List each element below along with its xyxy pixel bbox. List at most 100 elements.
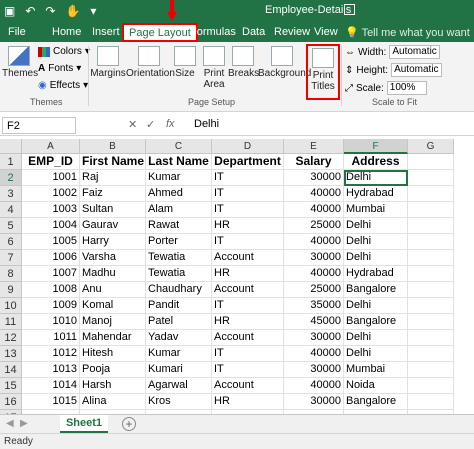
table-cell[interactable]: 45000 [284,314,344,330]
name-box[interactable]: F2 [2,117,76,134]
sheet-tab-sheet1[interactable]: Sheet1 [60,415,108,433]
row-header[interactable]: 9 [0,282,22,298]
table-cell[interactable]: Bangalore [344,394,408,410]
table-cell[interactable]: 40000 [284,266,344,282]
empty-cell[interactable] [408,282,454,298]
select-all-corner[interactable] [0,139,22,154]
tab-formulas[interactable]: Formulas [190,26,236,38]
table-cell[interactable]: 25000 [284,282,344,298]
table-cell[interactable]: Manoj [80,314,146,330]
table-cell[interactable]: Noida [344,378,408,394]
header-cell[interactable]: First Name [80,154,146,170]
tab-home[interactable]: Home [52,26,81,38]
redo-icon[interactable]: ↷ [45,3,55,19]
table-cell[interactable]: 40000 [284,378,344,394]
table-cell[interactable]: Harry [80,234,146,250]
table-cell[interactable]: Harsh [80,378,146,394]
table-cell[interactable]: 25000 [284,218,344,234]
empty-cell[interactable] [408,362,454,378]
table-cell[interactable]: Delhi [344,298,408,314]
empty-cell[interactable] [408,170,454,186]
column-header-g[interactable]: G [408,139,454,154]
table-cell[interactable]: Hitesh [80,346,146,362]
table-cell[interactable]: Kumar [146,170,212,186]
breaks-button[interactable]: Breaks [228,46,259,79]
table-cell[interactable]: 1003 [22,202,80,218]
tab-review[interactable]: Review [274,26,310,38]
table-cell[interactable]: 1012 [22,346,80,362]
table-cell[interactable]: Chaudhary [146,282,212,298]
height-dropdown[interactable]: Automatic [391,63,442,77]
table-cell[interactable]: Account [212,282,284,298]
header-cell[interactable]: EMP_ID [22,154,80,170]
print-area-button[interactable]: Print Area [200,46,228,90]
table-cell[interactable]: Sultan [80,202,146,218]
table-cell[interactable]: Raj [80,170,146,186]
table-cell[interactable]: 30000 [284,330,344,346]
table-cell[interactable]: Faiz [80,186,146,202]
colors-button[interactable]: Colors▾ [38,46,90,57]
table-cell[interactable]: 1011 [22,330,80,346]
table-cell[interactable]: Account [212,330,284,346]
tab-view[interactable]: View [314,26,338,38]
formula-input[interactable]: Delhi [194,118,219,130]
cancel-icon[interactable]: ✕ [128,118,137,131]
empty-cell[interactable] [408,266,454,282]
table-cell[interactable]: Delhi [344,346,408,362]
empty-cell[interactable] [408,298,454,314]
row-header[interactable]: 7 [0,250,22,266]
table-cell[interactable]: Account [212,250,284,266]
table-cell[interactable]: 1015 [22,394,80,410]
empty-cell[interactable] [408,186,454,202]
table-cell[interactable]: Mahendar [80,330,146,346]
row-header[interactable]: 8 [0,266,22,282]
effects-button[interactable]: ◉ Effects ▾ [38,80,88,91]
table-cell[interactable]: Alina [80,394,146,410]
insert-function-button[interactable]: fx [166,118,175,130]
table-cell[interactable]: 40000 [284,186,344,202]
background-button[interactable]: Background [258,46,311,79]
table-cell[interactable]: Tewatia [146,250,212,266]
row-header[interactable]: 4 [0,202,22,218]
table-cell[interactable]: HR [212,266,284,282]
table-cell[interactable]: Delhi [344,170,408,186]
row-header[interactable]: 6 [0,234,22,250]
save-icon[interactable]: ▣ [4,3,15,19]
row-header[interactable]: 15 [0,378,22,394]
table-cell[interactable]: Madhu [80,266,146,282]
width-dropdown[interactable]: Automatic [389,45,440,59]
table-cell[interactable]: 1005 [22,234,80,250]
table-cell[interactable]: HR [212,314,284,330]
table-cell[interactable]: Komal [80,298,146,314]
table-cell[interactable]: Account [212,378,284,394]
tab-data[interactable]: Data [242,26,265,38]
row-header[interactable]: 2 [0,170,22,186]
table-cell[interactable]: Mumbai [344,202,408,218]
table-cell[interactable]: 40000 [284,202,344,218]
table-cell[interactable]: Bangalore [344,314,408,330]
empty-cell[interactable] [408,202,454,218]
print-titles-button[interactable]: Print Titles [306,44,340,100]
empty-cell[interactable] [408,346,454,362]
empty-cell[interactable] [408,330,454,346]
row-header[interactable]: 14 [0,362,22,378]
size-button[interactable]: Size [174,46,196,79]
tab-file[interactable]: File [8,26,26,38]
column-header-a[interactable]: A [22,139,80,154]
table-cell[interactable]: IT [212,346,284,362]
table-cell[interactable]: Porter [146,234,212,250]
customize-toolbar-icon[interactable]: ▾ [90,3,96,19]
column-header-f[interactable]: F [344,139,408,154]
undo-icon[interactable]: ↶ [25,3,35,19]
empty-cell[interactable] [408,314,454,330]
header-cell[interactable]: Salary [284,154,344,170]
table-cell[interactable]: 1014 [22,378,80,394]
table-cell[interactable]: HR [212,218,284,234]
table-cell[interactable]: IT [212,298,284,314]
empty-cell[interactable] [408,154,454,170]
table-cell[interactable]: Rawat [146,218,212,234]
table-cell[interactable]: Delhi [344,330,408,346]
row-header[interactable]: 5 [0,218,22,234]
orientation-button[interactable]: Orientation [126,46,175,79]
scale-spinner[interactable]: 100% [386,81,427,95]
